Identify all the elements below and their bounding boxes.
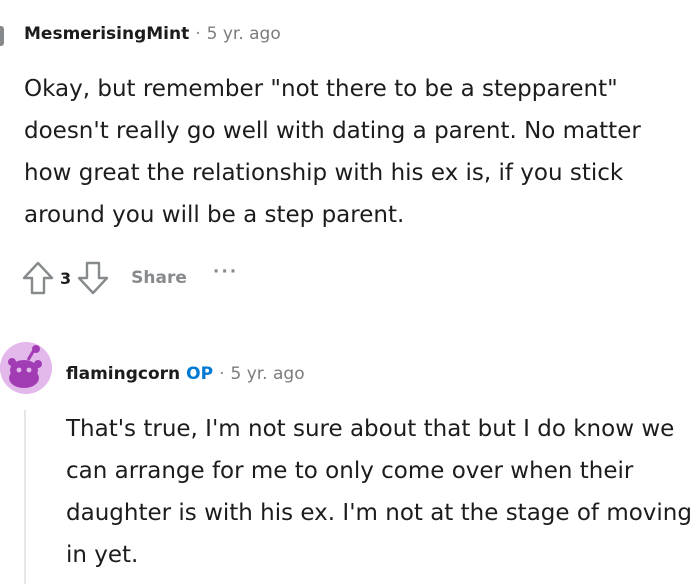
- comment-meta: flamingcorn OP · 5 yr. ago: [66, 364, 305, 384]
- meta-separator: ·: [195, 24, 201, 44]
- comment-timestamp[interactable]: 5 yr. ago: [230, 364, 304, 384]
- comment-author-link[interactable]: MesmerisingMint: [24, 24, 189, 44]
- upvote-arrow-icon[interactable]: [18, 258, 58, 298]
- vote-score: 3: [60, 268, 72, 288]
- comment-meta: MesmerisingMint · 5 yr. ago: [24, 24, 281, 44]
- collapsed-avatar-edge: [0, 26, 4, 46]
- avatar[interactable]: [0, 342, 52, 394]
- downvote-arrow-icon[interactable]: [73, 258, 113, 298]
- comment-thread: MesmerisingMint · 5 yr. ago Okay, but re…: [0, 0, 700, 584]
- thread-collapse-line[interactable]: [24, 410, 26, 584]
- comment-body: That's true, I'm not sure about that but…: [66, 416, 692, 568]
- comment-author-link[interactable]: flamingcorn: [66, 364, 180, 384]
- op-badge: OP: [186, 364, 214, 384]
- more-options-icon[interactable]: ···: [213, 262, 238, 282]
- snoo-avatar-icon: [0, 342, 52, 394]
- comment-timestamp[interactable]: 5 yr. ago: [207, 24, 281, 44]
- share-button[interactable]: Share: [131, 268, 187, 288]
- comment-body: Okay, but remember "not there to be a st…: [24, 76, 641, 228]
- comment-action-bar: 3 Share ···: [18, 256, 238, 300]
- meta-separator: ·: [219, 364, 225, 384]
